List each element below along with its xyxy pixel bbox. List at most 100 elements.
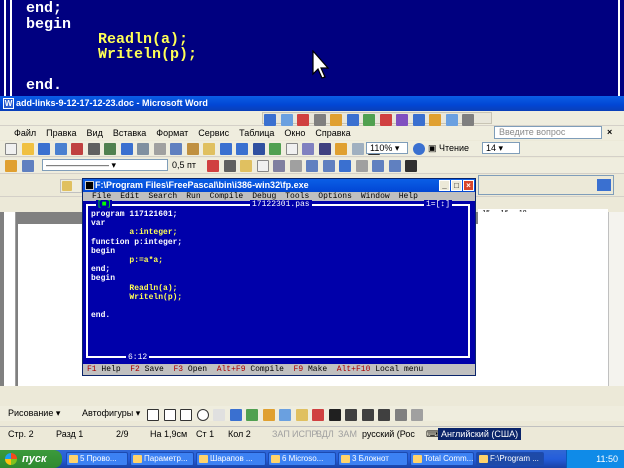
status-rec[interactable]: ЗАП	[272, 427, 290, 441]
shortcut-label[interactable]: Compile	[250, 365, 284, 374]
styles-pane-icon[interactable]	[21, 160, 34, 172]
diagram-icon[interactable]	[246, 408, 259, 421]
doc-map-icon[interactable]	[351, 143, 364, 155]
spelling-icon[interactable]	[120, 143, 133, 155]
permission-icon[interactable]	[54, 143, 67, 155]
taskbar-button[interactable]: 5 Прово...	[66, 452, 128, 466]
pen-color-icon[interactable]	[207, 160, 219, 172]
preview-icon[interactable]	[104, 143, 117, 155]
hyperlink-icon[interactable]	[252, 143, 265, 155]
research-icon[interactable]	[137, 143, 150, 155]
taskbar-button[interactable]: F:\Program ...	[476, 452, 544, 466]
line-style-icon[interactable]	[345, 408, 358, 421]
shortcut-key[interactable]: F1	[87, 365, 97, 374]
shortcut-key[interactable]: F2	[130, 365, 140, 374]
picture-icon[interactable]	[279, 408, 292, 421]
editor-close-marker[interactable]: [■]	[96, 200, 113, 209]
text-direction-icon[interactable]	[355, 160, 368, 172]
draw-menu-button[interactable]: Рисование ▾	[8, 406, 60, 421]
toolbar-button-icon[interactable]	[330, 114, 343, 126]
fpc-editor[interactable]: [■] 17122301.pas 1=[↕] program 117121601…	[83, 200, 475, 364]
rectangle-tool-icon[interactable]	[180, 408, 193, 421]
toolbar-button-icon[interactable]	[313, 114, 326, 126]
status-ext[interactable]: ВДЛ	[316, 427, 334, 441]
merge-cells-icon[interactable]	[273, 160, 286, 172]
toolbar-button-icon[interactable]	[363, 114, 376, 126]
shortcut-key[interactable]: Alt+F9	[217, 365, 246, 374]
paste-icon[interactable]	[186, 143, 199, 155]
toolbar-button-icon[interactable]	[412, 114, 425, 126]
fpc-menu-item[interactable]: Window	[361, 192, 390, 201]
open-folder-icon[interactable]	[21, 143, 34, 155]
shortcut-key[interactable]: F3	[173, 365, 183, 374]
shortcut-label[interactable]: Local menu	[375, 365, 423, 374]
insert-table-icon[interactable]	[256, 160, 269, 172]
help-search-input[interactable]: Введите вопрос	[494, 126, 602, 139]
line-style-select[interactable]: ——————— ▾	[42, 159, 168, 171]
arrow-tool-icon[interactable]	[163, 408, 176, 421]
menu-item[interactable]: Вид	[82, 126, 108, 140]
vertical-scrollbar[interactable]	[608, 212, 624, 386]
line-width-value[interactable]: 0,5 пт	[172, 160, 196, 170]
toolbar-button-icon[interactable]	[379, 114, 392, 126]
split-cells-icon[interactable]	[289, 160, 302, 172]
taskbar-button[interactable]: 3 Блокнот	[338, 452, 408, 466]
font-size-select[interactable]: 14 ▾	[482, 142, 520, 154]
menu-item[interactable]: Таблица	[234, 126, 279, 140]
undo-icon[interactable]	[219, 143, 232, 155]
keyboard-layout[interactable]: Английский (США)	[438, 428, 522, 440]
redo-icon[interactable]	[236, 143, 249, 155]
toolbar-button-icon[interactable]	[429, 114, 442, 126]
menu-item[interactable]: Окно	[279, 126, 310, 140]
toolbar-button-icon[interactable]	[297, 114, 310, 126]
format-painter-icon[interactable]	[203, 143, 216, 155]
close-button[interactable]: ×	[463, 180, 474, 191]
toolbar-button-icon[interactable]	[462, 114, 475, 126]
toolbar-button-icon[interactable]	[280, 114, 293, 126]
fpc-menu-item[interactable]: Help	[399, 192, 418, 201]
autoshapes-button[interactable]: Автофигуры ▾	[82, 406, 140, 421]
shortcut-label[interactable]: Help	[101, 365, 120, 374]
maximize-button[interactable]: □	[451, 180, 462, 191]
wordart-icon[interactable]	[229, 408, 242, 421]
menu-item[interactable]: Файл	[0, 126, 41, 140]
menu-item[interactable]: Справка	[310, 126, 355, 140]
toolbar-button-icon[interactable]	[346, 114, 359, 126]
fpc-menu-item[interactable]: Search	[148, 192, 177, 201]
taskbar-button[interactable]: Шарапов ...	[196, 452, 266, 466]
drawing-icon[interactable]	[335, 143, 348, 155]
fpc-menu-item[interactable]: Compile	[210, 192, 244, 201]
line-color-icon[interactable]	[312, 408, 325, 421]
style-icon[interactable]	[5, 160, 17, 172]
taskbar-button[interactable]: Total Comm...	[410, 452, 474, 466]
menu-item[interactable]: Сервис	[193, 126, 234, 140]
editor-window-number[interactable]: 1=[↕]	[423, 200, 452, 209]
textbox-icon[interactable]	[213, 408, 226, 421]
arrow-style-icon[interactable]	[378, 408, 391, 421]
minimize-button[interactable]: _	[439, 180, 450, 191]
close-document-button[interactable]: ×	[607, 127, 612, 137]
line-tool-icon[interactable]	[147, 408, 159, 421]
border-icon[interactable]	[223, 160, 236, 172]
copy-icon[interactable]	[170, 143, 183, 155]
menu-item[interactable]: Формат	[151, 126, 193, 140]
fpc-menu-item[interactable]: Run	[186, 192, 200, 201]
menu-item[interactable]: Правка	[41, 126, 81, 140]
font-color-icon[interactable]	[328, 408, 341, 421]
shortcut-label[interactable]: Open	[188, 365, 207, 374]
shortcut-label[interactable]: Save	[145, 365, 164, 374]
zoom-select[interactable]: 110% ▾	[366, 142, 408, 154]
menu-item[interactable]: Вставка	[108, 126, 151, 140]
fpc-menu-item[interactable]: Options	[318, 192, 352, 201]
oval-tool-icon[interactable]	[196, 408, 209, 421]
taskbar-button[interactable]: 6 Microso...	[268, 452, 336, 466]
toolbar-button-icon[interactable]	[445, 114, 458, 126]
cut-icon[interactable]	[153, 143, 166, 155]
tables-icon[interactable]	[269, 143, 282, 155]
shortcut-key[interactable]: Alt+F10	[337, 365, 371, 374]
sort-asc-icon[interactable]	[372, 160, 385, 172]
sum-icon[interactable]	[405, 160, 418, 172]
columns-icon[interactable]	[318, 143, 331, 155]
mail-icon[interactable]	[71, 143, 84, 155]
toolbar-button-icon[interactable]	[264, 114, 276, 126]
